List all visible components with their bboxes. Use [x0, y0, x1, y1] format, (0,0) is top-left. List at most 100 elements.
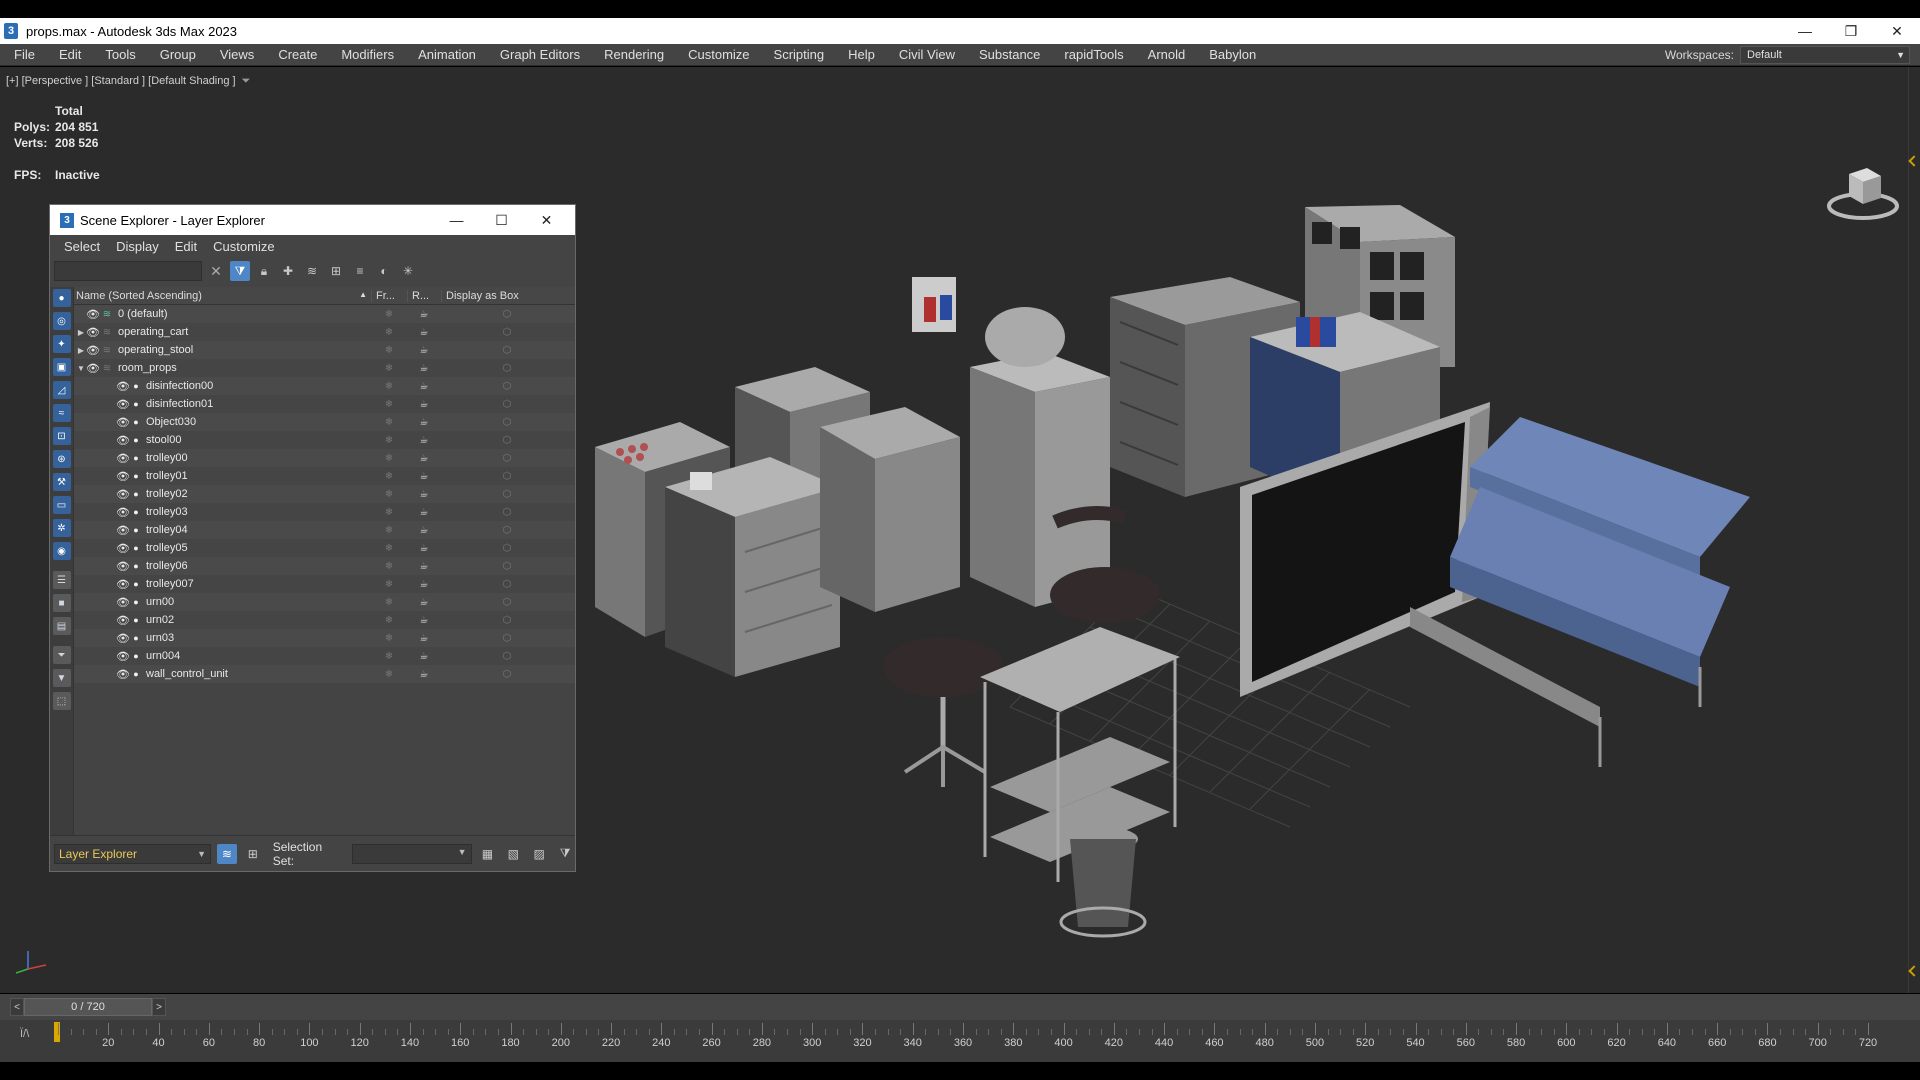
tree-row-object[interactable]: 👁︎ ● trolley06 ❄ ☕︎ ⬡ [74, 557, 575, 575]
workspace-dropdown[interactable]: Default ▼ [1740, 46, 1910, 64]
tree-row-object[interactable]: 👁︎ ● urn03 ❄ ☕︎ ⬡ [74, 629, 575, 647]
render-toggle-icon[interactable]: ☕︎ [407, 525, 441, 536]
filter-icon[interactable]: ⧩ [230, 261, 250, 281]
menu-animation[interactable]: Animation [406, 44, 488, 66]
freeze-toggle-icon[interactable]: ❄ [371, 381, 407, 392]
render-toggle-icon[interactable]: ☕︎ [407, 669, 441, 680]
menu-file[interactable]: File [0, 44, 47, 66]
se-menu-display[interactable]: Display [108, 239, 167, 254]
display-shapes-icon[interactable]: ◎ [52, 312, 71, 330]
visibility-eye-icon[interactable]: 👁︎ [116, 524, 130, 537]
display-box-toggle-icon[interactable]: ⬡ [441, 453, 573, 464]
tree-row-label[interactable]: trolley04 [146, 524, 188, 536]
tree-row-label[interactable]: urn00 [146, 596, 174, 608]
menu-tools[interactable]: Tools [93, 44, 147, 66]
freeze-toggle-icon[interactable]: ❄ [371, 417, 407, 428]
track-bar[interactable]: Ï/\ 20 40 60 80 100 120 140 160 180 200 220 240 260 2… [0, 1020, 1920, 1062]
tree-row-label[interactable]: trolley00 [146, 452, 188, 464]
square-icon[interactable]: ■ [52, 594, 71, 612]
display-box-toggle-icon[interactable]: ⬡ [441, 669, 573, 680]
curve-editor-icon[interactable]: Ï/\ [20, 1028, 29, 1040]
menu-modifiers[interactable]: Modifiers [329, 44, 406, 66]
next-frame-button[interactable]: > [152, 998, 166, 1016]
display-box-toggle-icon[interactable]: ⬡ [441, 417, 573, 428]
render-toggle-icon[interactable]: ☕︎ [407, 417, 441, 428]
freeze-toggle-icon[interactable]: ❄ [371, 579, 407, 590]
visibility-eye-icon[interactable]: 👁︎ [116, 578, 130, 591]
hierarchy-icon[interactable]: ⊞ [326, 261, 346, 281]
display-cameras-icon[interactable]: ▣ [52, 358, 71, 376]
render-toggle-icon[interactable]: ☕︎ [407, 651, 441, 662]
freeze-toggle-icon[interactable]: ❄ [371, 561, 407, 572]
visibility-eye-icon[interactable]: 👁︎ [116, 434, 130, 447]
visibility-eye-icon[interactable]: 👁︎ [116, 398, 130, 411]
tree-row-object[interactable]: 👁︎ ● trolley02 ❄ ☕︎ ⬡ [74, 485, 575, 503]
layer-mode-icon[interactable]: ≋ [217, 843, 237, 864]
tree-row-object[interactable]: 👁︎ ● trolley03 ❄ ☕︎ ⬡ [74, 503, 575, 521]
tree-row-label[interactable]: disinfection01 [146, 398, 213, 410]
visibility-eye-icon[interactable]: 👁︎ [116, 506, 130, 519]
display-containers-icon[interactable]: ▭ [52, 496, 71, 514]
render-toggle-icon[interactable]: ☕︎ [407, 399, 441, 410]
render-toggle-icon[interactable]: ☕︎ [407, 579, 441, 590]
visibility-eye-icon[interactable]: 👁︎ [116, 650, 130, 663]
document-icon[interactable]: ▤ [52, 617, 71, 635]
display-box-toggle-icon[interactable]: ⬡ [441, 345, 573, 356]
display-box-toggle-icon[interactable]: ⬡ [441, 399, 573, 410]
tree-row-layer[interactable]: ▼ 👁︎ ≋ room_props ❄ ☕︎ ⬡ [74, 359, 575, 377]
scene-explorer-titlebar[interactable]: 3 Scene Explorer - Layer Explorer — ☐ ✕ [50, 205, 575, 235]
tree-row-label[interactable]: trolley03 [146, 506, 188, 518]
render-toggle-icon[interactable]: ☕︎ [407, 435, 441, 446]
selection-set-dropdown[interactable]: ▼ [352, 843, 472, 864]
freeze-toggle-icon[interactable]: ❄ [371, 327, 407, 338]
render-toggle-icon[interactable]: ☕︎ [407, 543, 441, 554]
display-box-toggle-icon[interactable]: ⬡ [441, 489, 573, 500]
visibility-eye-icon[interactable]: 👁︎ [86, 326, 100, 339]
filter-icon[interactable]: ⧩ [555, 844, 575, 864]
time-slider-thumb[interactable]: 0 / 720 [24, 998, 152, 1016]
highlight-icon[interactable]: ◐ [374, 261, 394, 281]
display-box-toggle-icon[interactable]: ⬡ [441, 507, 573, 518]
se-close-button[interactable]: ✕ [524, 205, 569, 235]
tree-row-label[interactable]: urn03 [146, 632, 174, 644]
menu-edit[interactable]: Edit [47, 44, 93, 66]
column-display-as-box[interactable]: Display as Box [441, 289, 573, 302]
menu-civil-view[interactable]: Civil View [887, 44, 967, 66]
visibility-eye-icon[interactable]: 👁︎ [86, 308, 100, 321]
tree-row-label[interactable]: operating_stool [118, 344, 193, 356]
tree-row-layer[interactable]: ▶ 👁︎ ≋ operating_stool ❄ ☕︎ ⬡ [74, 341, 575, 359]
freeze-toggle-icon[interactable]: ❄ [371, 615, 407, 626]
edit-selection-set-icon[interactable]: ▧ [503, 844, 523, 864]
tree-row-label[interactable]: Object030 [146, 416, 196, 428]
display-box-toggle-icon[interactable]: ⬡ [441, 651, 573, 662]
visibility-eye-icon[interactable]: 👁︎ [86, 344, 100, 357]
frame-ruler[interactable]: 20 40 60 80 100 120 140 160 180 200 220 240 260 280 30… [54, 1020, 1877, 1062]
tree-row-label[interactable]: stool00 [146, 434, 181, 446]
tree-row-object[interactable]: 👁︎ ● urn004 ❄ ☕︎ ⬡ [74, 647, 575, 665]
render-toggle-icon[interactable]: ☕︎ [407, 309, 441, 320]
tree-row-object[interactable]: 👁︎ ● trolley007 ❄ ☕︎ ⬡ [74, 575, 575, 593]
render-toggle-icon[interactable]: ☕︎ [407, 327, 441, 338]
se-maximize-button[interactable]: ☐ [479, 205, 524, 235]
expand-toggle-icon[interactable]: ▼ [76, 364, 86, 373]
display-box-toggle-icon[interactable]: ⬡ [441, 597, 573, 608]
viewcube-icon[interactable] [1825, 162, 1901, 224]
freeze-toggle-icon[interactable]: ❄ [371, 633, 407, 644]
tree-row-label[interactable]: trolley01 [146, 470, 188, 482]
tree-row-object[interactable]: 👁︎ ● urn02 ❄ ☕︎ ⬡ [74, 611, 575, 629]
visibility-eye-icon[interactable]: 👁︎ [116, 596, 130, 609]
menu-substance[interactable]: Substance [967, 44, 1052, 66]
menu-customize[interactable]: Customize [676, 44, 761, 66]
visibility-eye-icon[interactable]: 👁︎ [116, 668, 130, 681]
minimize-button[interactable]: — [1782, 18, 1828, 44]
display-box-toggle-icon[interactable]: ⬡ [441, 435, 573, 446]
menu-graph-editors[interactable]: Graph Editors [488, 44, 592, 66]
menu-help[interactable]: Help [836, 44, 887, 66]
display-spacewarps-icon[interactable]: ≈ [52, 404, 71, 422]
active-layer-icon[interactable]: ≋ [100, 309, 114, 320]
render-toggle-icon[interactable]: ☕︎ [407, 363, 441, 374]
render-toggle-icon[interactable]: ☕︎ [407, 489, 441, 500]
tree-row-label[interactable]: 0 (default) [118, 308, 168, 320]
tree-row-layer[interactable]: ▶ 👁︎ ≋ operating_cart ❄ ☕︎ ⬡ [74, 323, 575, 341]
render-toggle-icon[interactable]: ☕︎ [407, 597, 441, 608]
